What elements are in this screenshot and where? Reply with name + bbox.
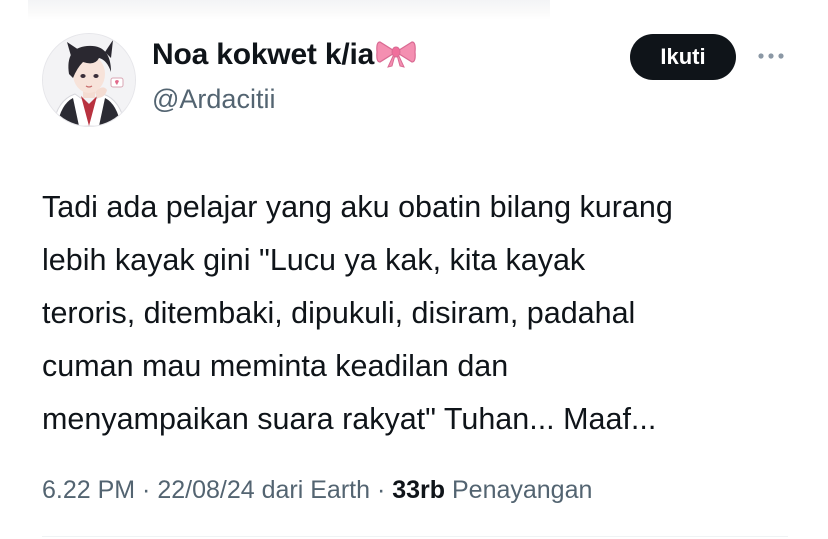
tweet-text-line: teroris, ditembaki, dipukuli, disiram, p… [42, 296, 636, 330]
ribbon-bow-icon [376, 38, 416, 76]
views-label: Penayangan [445, 476, 593, 504]
meta-separator: · [370, 476, 393, 504]
follow-button[interactable]: Ikuti [630, 34, 736, 80]
tweet-text-line: cuman mau meminta keadilan dan [42, 349, 509, 383]
author-handle[interactable]: @Ardacitii [152, 84, 275, 115]
author-display-name[interactable]: Noa kokwet k/ia [152, 38, 374, 71]
meta-separator: · [135, 476, 158, 504]
source-prefix: dari [254, 476, 311, 504]
tweet-text: Tadi ada pelajar yang aku obatin bilang … [42, 181, 812, 446]
tweet-text-line: lebih kayak gini "Lucu ya kak, kita kaya… [42, 243, 586, 277]
divider [42, 536, 788, 537]
tweet-time[interactable]: 6.22 PM [42, 476, 135, 504]
author-name[interactable]: Noa kokwet k/ia [152, 38, 416, 76]
anime-boy-avatar-icon [43, 34, 135, 126]
views-count: 33rb [392, 476, 446, 504]
tweet-date[interactable]: 22/08/24 [157, 476, 254, 504]
previous-tweet-edge [28, 0, 550, 20]
tweet-text-line: menyampaikan suara rakyat" Tuhan... Maaf… [42, 402, 657, 436]
more-horizontal-icon[interactable] [756, 46, 786, 66]
avatar[interactable] [42, 33, 136, 127]
tweet-meta: 6.22 PM · 22/08/24 dari Earth · 33rb Pen… [42, 476, 592, 505]
tweet-text-line: Tadi ada pelajar yang aku obatin bilang … [42, 190, 673, 224]
tweet-source[interactable]: Earth [310, 476, 370, 504]
